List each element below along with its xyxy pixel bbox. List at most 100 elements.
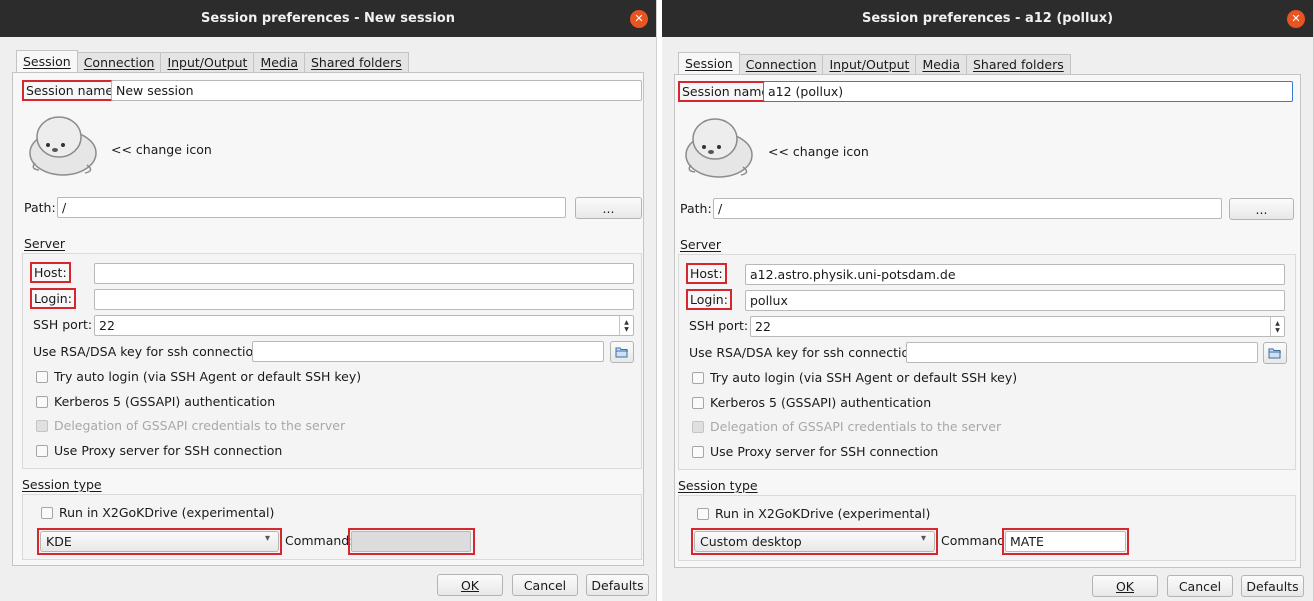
window-title: Session preferences - New session (201, 11, 455, 26)
tab-media[interactable]: Media (915, 54, 967, 74)
host-input[interactable] (94, 263, 634, 284)
tab-session[interactable]: Session (678, 52, 740, 74)
close-icon[interactable]: ✕ (1287, 10, 1305, 28)
ok-button[interactable]: OK (437, 574, 503, 596)
ssh-port-label: SSH port: (33, 317, 93, 332)
tab-shared-folders[interactable]: Shared folders (303, 52, 409, 72)
tab-bar: Session Connection Input/Output Media Sh… (16, 50, 409, 72)
proxy-checkbox[interactable] (692, 446, 704, 458)
tab-connection[interactable]: Connection (738, 54, 824, 74)
kerberos-checkbox[interactable] (36, 396, 48, 408)
command-input[interactable]: MATE (1005, 531, 1126, 552)
delegation-checkbox (36, 420, 48, 432)
rsa-key-label: Use RSA/DSA key for ssh connection: (689, 345, 922, 360)
ssh-port-spinbox[interactable]: 22 ▲ ▼ (94, 315, 634, 336)
path-input[interactable]: / (57, 197, 566, 218)
ssh-port-value: 22 (755, 319, 771, 334)
rsa-key-label: Use RSA/DSA key for ssh connection: (33, 344, 266, 359)
auto-login-checkbox[interactable] (692, 372, 704, 384)
host-label: Host: (686, 263, 727, 284)
proxy-checkbox[interactable] (36, 445, 48, 457)
session-preferences-window-new: Session preferences - New session ✕ Sess… (0, 0, 657, 601)
kerberos-label[interactable]: Kerberos 5 (GSSAPI) authentication (54, 394, 275, 409)
auto-login-checkbox[interactable] (36, 371, 48, 383)
session-name-input[interactable]: a12 (pollux) (763, 81, 1293, 102)
login-label: Login: (686, 289, 732, 310)
rsa-key-input[interactable] (252, 341, 604, 362)
command-label: Command: (285, 533, 354, 548)
tab-input-output[interactable]: Input/Output (160, 52, 255, 72)
command-label: Command: (941, 533, 1010, 548)
cancel-button-label: Cancel (523, 577, 567, 593)
window-titlebar[interactable]: Session preferences - a12 (pollux) ✕ (662, 0, 1313, 37)
session-type-group: Run in X2GoKDrive (experimental) Custom … (678, 495, 1296, 561)
session-type-value: KDE (46, 534, 72, 549)
rsa-key-input[interactable] (906, 342, 1258, 363)
auto-login-label[interactable]: Try auto login (via SSH Agent or default… (54, 369, 361, 384)
spin-arrows-icon[interactable]: ▲ ▼ (1270, 317, 1284, 336)
browse-path-button[interactable]: ... (1229, 198, 1294, 220)
seal-icon[interactable] (25, 113, 99, 177)
session-name-label: Session name: (22, 80, 122, 101)
path-label: Path: (680, 201, 712, 216)
command-input (351, 531, 471, 552)
login-label: Login: (30, 288, 76, 309)
tab-session[interactable]: Session (16, 50, 78, 72)
folder-open-icon (1268, 348, 1281, 359)
x2gokdrive-label[interactable]: Run in X2GoKDrive (experimental) (715, 506, 930, 521)
change-icon-label[interactable]: << change icon (768, 144, 869, 159)
session-type-select[interactable]: KDE ▾ (40, 531, 279, 552)
tab-shared-folders[interactable]: Shared folders (965, 54, 1071, 74)
defaults-button[interactable]: Defaults (1241, 575, 1304, 597)
spin-arrows-icon[interactable]: ▲ ▼ (619, 316, 633, 335)
defaults-button-label: Defaults (591, 577, 644, 593)
login-input[interactable]: pollux (745, 290, 1285, 311)
window-title: Session preferences - a12 (pollux) (861, 11, 1114, 26)
seal-icon[interactable] (681, 115, 755, 179)
path-input[interactable]: / (713, 198, 1222, 219)
x2gokdrive-checkbox[interactable] (41, 507, 53, 519)
kerberos-label[interactable]: Kerberos 5 (GSSAPI) authentication (710, 395, 931, 410)
session-tab-panel: Session name: New session << change icon… (12, 72, 644, 566)
defaults-button-label: Defaults (1246, 578, 1299, 594)
chevron-down-icon: ▾ (920, 533, 926, 544)
ssh-port-spinbox[interactable]: 22 ▲ ▼ (750, 316, 1285, 337)
close-icon[interactable]: ✕ (630, 10, 648, 28)
server-group-title: Server (680, 237, 721, 252)
x2gokdrive-label[interactable]: Run in X2GoKDrive (experimental) (59, 505, 274, 520)
window-titlebar[interactable]: Session preferences - New session ✕ (0, 0, 656, 37)
browse-path-button[interactable]: ... (575, 197, 642, 219)
proxy-label[interactable]: Use Proxy server for SSH connection (710, 444, 938, 459)
tab-connection[interactable]: Connection (76, 52, 162, 72)
auto-login-label[interactable]: Try auto login (via SSH Agent or default… (710, 370, 1017, 385)
tab-bar: Session Connection Input/Output Media Sh… (678, 52, 1071, 74)
ssh-port-value: 22 (99, 318, 115, 333)
cancel-button[interactable]: Cancel (1167, 575, 1233, 597)
tab-input-output[interactable]: Input/Output (822, 54, 917, 74)
x2gokdrive-checkbox[interactable] (697, 508, 709, 520)
rsa-key-browse-button[interactable] (610, 341, 634, 363)
session-type-select[interactable]: Custom desktop ▾ (694, 531, 935, 552)
folder-open-icon (615, 347, 628, 358)
host-input[interactable]: a12.astro.physik.uni-potsdam.de (745, 264, 1285, 285)
login-input[interactable] (94, 289, 634, 310)
delegation-checkbox (692, 421, 704, 433)
kerberos-checkbox[interactable] (692, 397, 704, 409)
proxy-label[interactable]: Use Proxy server for SSH connection (54, 443, 282, 458)
session-type-value: Custom desktop (700, 534, 802, 549)
cancel-button[interactable]: Cancel (512, 574, 578, 596)
ssh-port-label: SSH port: (689, 318, 749, 333)
cancel-button-label: Cancel (1178, 578, 1222, 594)
tab-media[interactable]: Media (253, 52, 305, 72)
ok-button-label: OK (460, 577, 480, 593)
session-tab-panel: Session name: a12 (pollux) << change ico… (674, 74, 1301, 568)
session-name-input[interactable]: New session (111, 80, 642, 101)
session-type-group-title: Session type (678, 478, 758, 493)
ok-button[interactable]: OK (1092, 575, 1158, 597)
server-group: Host: Login: SSH port: 22 ▲ ▼ Use RSA/DSA… (22, 253, 642, 469)
rsa-key-browse-button[interactable] (1263, 342, 1287, 364)
change-icon-label[interactable]: << change icon (111, 142, 212, 157)
path-label: Path: (24, 200, 56, 215)
host-label: Host: (30, 262, 71, 283)
defaults-button[interactable]: Defaults (586, 574, 649, 596)
